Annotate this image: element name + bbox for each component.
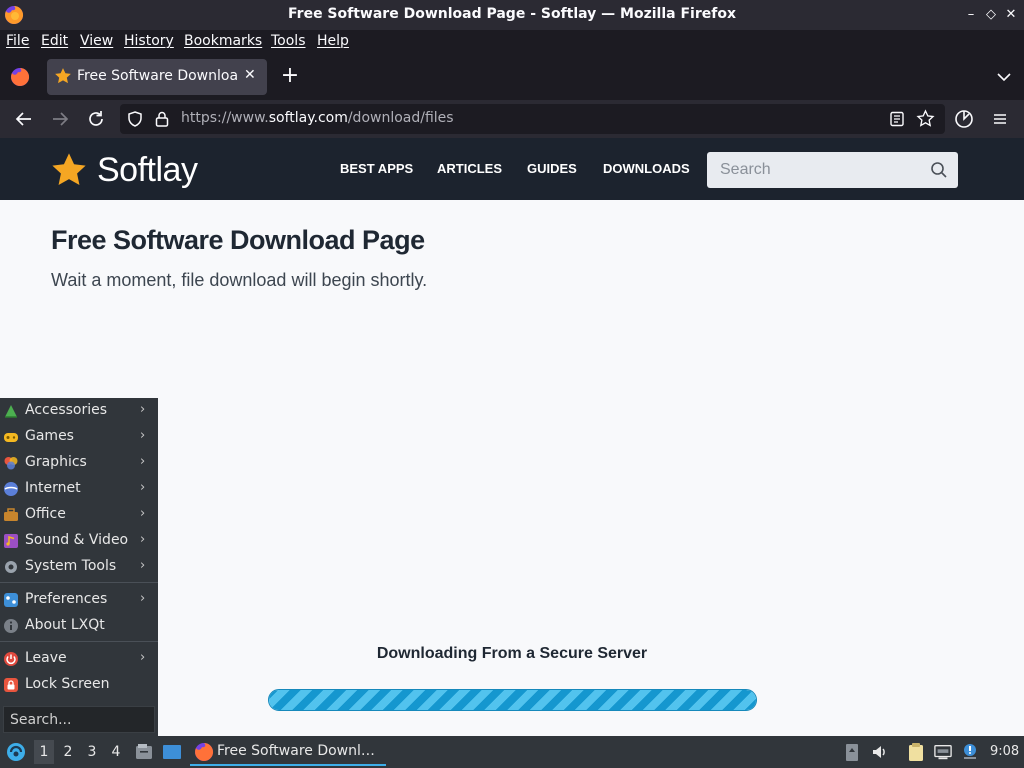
menu-bookmarks[interactable]: Bookmarks [184, 33, 262, 49]
desktop-1-button[interactable]: 1 [34, 740, 54, 764]
menu-item-graphics[interactable]: Graphics › [0, 450, 158, 476]
menu-search-box [3, 706, 155, 733]
maximize-button[interactable]: ◇ [982, 5, 1000, 25]
volume-icon[interactable] [871, 742, 889, 762]
lock-icon [4, 678, 18, 692]
menu-help[interactable]: Help [317, 33, 349, 49]
network-icon[interactable] [934, 742, 952, 762]
menu-separator [0, 641, 158, 642]
firefox-view-icon[interactable] [10, 67, 30, 87]
bookmark-star-icon[interactable] [916, 109, 935, 128]
close-window-button[interactable]: ✕ [1002, 5, 1020, 25]
taskbar-firefox-task[interactable]: Free Software Downl… [190, 738, 386, 766]
lock-icon[interactable] [153, 110, 171, 128]
forward-arrow-icon[interactable] [50, 109, 70, 129]
close-tab-icon[interactable]: ✕ [244, 67, 256, 83]
chevron-right-icon: › [140, 591, 146, 606]
menu-item-leave[interactable]: Leave › [0, 646, 158, 672]
show-desktop-icon[interactable] [162, 742, 182, 762]
menu-item-system-tools[interactable]: System Tools › [0, 554, 158, 580]
menu-history[interactable]: History [124, 33, 174, 49]
window-title: Free Software Download Page - Softlay — … [288, 6, 736, 22]
graphics-icon [4, 457, 18, 470]
nav-downloads[interactable]: DOWNLOADS [603, 161, 690, 176]
navigation-toolbar: https://www.softlay.com/download/files [0, 100, 1024, 138]
menu-item-about-lxqt[interactable]: About LXQt [0, 613, 158, 639]
menu-tools[interactable]: Tools [271, 33, 306, 49]
page-title: Free Software Download Page [51, 225, 425, 255]
sound-video-icon [4, 534, 18, 548]
tab-title: Free Software Download Page - Softlay [77, 68, 237, 84]
file-manager-icon[interactable] [134, 742, 154, 762]
office-icon [4, 508, 18, 521]
preferences-icon [4, 593, 18, 607]
chevron-right-icon: › [140, 506, 146, 521]
star-favicon-icon [55, 68, 71, 84]
site-header: Softlay BEST APPS ARTICLES GUIDES DOWNLO… [0, 138, 1024, 200]
power-icon [4, 652, 18, 666]
menu-item-office[interactable]: Office › [0, 502, 158, 528]
clock[interactable]: 9:08 [990, 744, 1019, 759]
menu-item-preferences[interactable]: Preferences › [0, 587, 158, 613]
download-progress-fill [269, 690, 756, 710]
notification-icon[interactable] [961, 742, 979, 762]
tab-softlay[interactable]: Free Software Download Page - Softlay ✕ [47, 59, 267, 95]
download-progress-bar [268, 689, 757, 711]
chevron-right-icon: › [140, 402, 146, 417]
address-bar[interactable]: https://www.softlay.com/download/files [120, 104, 945, 134]
account-icon[interactable] [954, 109, 974, 129]
menu-edit[interactable]: Edit [41, 33, 68, 49]
system-tools-icon [5, 561, 17, 573]
new-tab-button[interactable]: + [280, 64, 300, 88]
site-search-input[interactable] [707, 152, 922, 188]
url-text[interactable]: https://www.softlay.com/download/files [181, 110, 454, 126]
reload-icon[interactable] [86, 109, 106, 129]
menu-bar: File Edit View History Bookmarks Tools H… [0, 30, 1024, 54]
menu-search-input[interactable] [4, 707, 154, 732]
chevron-down-icon[interactable] [995, 68, 1013, 86]
site-search-box [707, 152, 958, 188]
menu-view[interactable]: View [80, 33, 113, 49]
nav-guides[interactable]: GUIDES [527, 161, 577, 176]
menu-item-games[interactable]: Games › [0, 424, 158, 450]
desktop-3-button[interactable]: 3 [82, 744, 102, 760]
nav-best-apps[interactable]: BEST APPS [340, 161, 413, 176]
battery-icon[interactable] [843, 742, 861, 762]
internet-icon [4, 482, 18, 496]
window-titlebar: Free Software Download Page - Softlay — … [0, 0, 1024, 30]
menu-item-internet[interactable]: Internet › [0, 476, 158, 502]
games-icon [4, 433, 18, 442]
back-arrow-icon[interactable] [14, 109, 34, 129]
chevron-right-icon: › [140, 532, 146, 547]
nav-articles[interactable]: ARTICLES [437, 161, 502, 176]
menu-item-sound-video[interactable]: Sound & Video › [0, 528, 158, 554]
info-icon [4, 619, 18, 633]
desktop-4-button[interactable]: 4 [106, 744, 126, 760]
taskbar: 1 2 3 4 Free Software Downl… 9:08 [0, 736, 1024, 768]
lxqt-start-icon[interactable] [4, 741, 28, 763]
chevron-right-icon: › [140, 428, 146, 443]
menu-item-accessories[interactable]: Accessories › [0, 398, 158, 424]
chevron-right-icon: › [140, 480, 146, 495]
softlay-logo-star-icon[interactable] [50, 151, 88, 189]
chevron-right-icon: › [140, 454, 146, 469]
tab-strip: Free Software Download Page - Softlay ✕ … [0, 54, 1024, 100]
site-logo-text[interactable]: Softlay [97, 151, 198, 190]
page-subtitle: Wait a moment, file download will begin … [51, 270, 428, 290]
reader-view-icon[interactable] [888, 110, 906, 128]
firefox-icon [195, 742, 214, 761]
shield-icon[interactable] [126, 110, 144, 128]
minimize-button[interactable]: – [962, 5, 980, 25]
hamburger-menu-icon[interactable] [990, 109, 1010, 129]
menu-item-lock-screen[interactable]: Lock Screen [0, 672, 158, 698]
menu-separator [0, 582, 158, 583]
clipboard-icon[interactable] [907, 742, 925, 762]
chevron-right-icon: › [140, 650, 146, 665]
chevron-right-icon: › [140, 558, 146, 573]
desktop-2-button[interactable]: 2 [58, 744, 78, 760]
search-icon[interactable] [930, 161, 948, 179]
accessories-icon [5, 405, 17, 418]
menu-file[interactable]: File [6, 33, 29, 49]
lxqt-start-menu: Accessories › Games › Graphics › Interne… [0, 398, 158, 736]
